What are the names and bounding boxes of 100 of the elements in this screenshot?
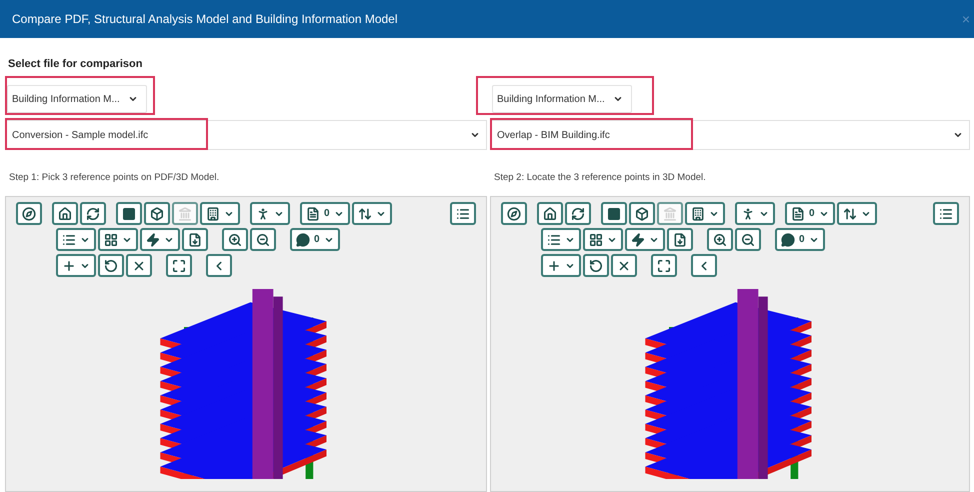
file-download-icon	[673, 232, 687, 246]
undo-button[interactable]	[98, 254, 124, 277]
model-viewer[interactable]: 0 0	[490, 196, 970, 492]
bank-icon	[178, 206, 192, 220]
list-icon	[547, 232, 561, 246]
building-icon	[206, 206, 220, 220]
table-icon	[589, 232, 603, 246]
solid-view-button[interactable]	[116, 202, 142, 225]
file-download-button[interactable]	[182, 228, 208, 251]
fullscreen-button[interactable]	[651, 254, 677, 277]
speech-bubble-icon	[296, 232, 310, 246]
add-button[interactable]	[541, 254, 581, 277]
list-menu-button[interactable]	[541, 228, 581, 251]
refresh-button[interactable]	[80, 202, 106, 225]
fullscreen-icon	[172, 258, 186, 272]
step-instruction: Step 2: Locate the 3 reference points in 3D Model.	[494, 172, 707, 183]
compass-button[interactable]	[16, 202, 42, 225]
file-dropdown[interactable]: Conversion - Sample model.ifc	[5, 120, 487, 150]
model-type-dropdown[interactable]: Building Information M...	[492, 85, 632, 113]
section-label: Select file for comparison	[8, 58, 144, 70]
caret-icon	[128, 94, 138, 104]
building-button[interactable]	[685, 202, 725, 225]
pdf-button[interactable]: 0	[785, 202, 835, 225]
zoom-out-button[interactable]	[250, 228, 276, 251]
person-button[interactable]	[735, 202, 775, 225]
wireframe-button[interactable]	[144, 202, 170, 225]
bolt-icon	[631, 232, 645, 246]
building-button[interactable]	[200, 202, 240, 225]
compass-icon	[507, 206, 521, 220]
plus-icon	[62, 258, 76, 272]
zoom-in-button[interactable]	[707, 228, 733, 251]
wireframe-button[interactable]	[629, 202, 655, 225]
grid-menu-button[interactable]	[98, 228, 138, 251]
file-download-icon	[188, 232, 202, 246]
file-download-button[interactable]	[667, 228, 693, 251]
compass-icon	[22, 206, 36, 220]
table-icon	[104, 232, 118, 246]
list-button[interactable]	[450, 202, 476, 225]
bank-icon	[663, 206, 677, 220]
bolt-icon	[146, 232, 160, 246]
square-icon	[122, 206, 136, 220]
file-icon	[306, 206, 320, 220]
comment-button[interactable]: 0	[775, 228, 825, 251]
up-down-arrow-icon	[842, 206, 857, 220]
home-button[interactable]	[52, 202, 78, 225]
caret-icon	[612, 94, 623, 104]
home-icon	[543, 206, 557, 220]
comment-button[interactable]: 0	[290, 228, 340, 251]
clear-button[interactable]	[611, 254, 637, 277]
refresh-icon	[571, 206, 585, 220]
caret-icon	[953, 130, 963, 140]
fullscreen-button[interactable]	[166, 254, 192, 277]
speech-bubble-icon	[781, 232, 795, 246]
person-icon	[741, 206, 755, 220]
grid-menu-button[interactable]	[583, 228, 623, 251]
undo-icon	[589, 258, 603, 272]
step-instruction: Step 1: Pick 3 reference points on PDF/3D Model.	[9, 172, 220, 183]
list-icon	[939, 206, 953, 220]
add-button[interactable]	[56, 254, 96, 277]
home-button[interactable]	[537, 202, 563, 225]
model-type-dropdown[interactable]: Building Information M...	[7, 85, 147, 113]
person-button[interactable]	[250, 202, 290, 225]
height-button[interactable]	[352, 202, 392, 225]
solid-view-button[interactable]	[601, 202, 627, 225]
bolt-menu-button[interactable]	[625, 228, 665, 251]
file-icon	[791, 206, 805, 220]
zoom-out-icon	[741, 232, 755, 246]
file-dropdown[interactable]: Overlap - BIM Building.ifc	[490, 120, 970, 150]
home-icon	[58, 206, 72, 220]
pdf-button[interactable]: 0	[300, 202, 350, 225]
cube-icon	[635, 206, 649, 220]
caret-icon	[470, 130, 480, 140]
list-icon	[62, 232, 76, 246]
model-viewer[interactable]: 0 0	[5, 196, 487, 492]
window-title: Compare PDF, Structural Analysis Model and Building Information Model	[12, 12, 398, 26]
collapse-button[interactable]	[691, 254, 717, 277]
zoom-in-icon	[713, 232, 727, 246]
list-button[interactable]	[933, 202, 959, 225]
undo-button[interactable]	[583, 254, 609, 277]
square-icon	[607, 206, 621, 220]
bolt-menu-button[interactable]	[140, 228, 180, 251]
fullscreen-icon	[657, 258, 671, 272]
height-button[interactable]	[836, 202, 877, 225]
cube-icon	[150, 206, 164, 220]
refresh-icon	[86, 206, 100, 220]
zoom-in-button[interactable]	[222, 228, 248, 251]
list-icon	[456, 206, 470, 220]
refresh-button[interactable]	[565, 202, 591, 225]
plus-icon	[547, 258, 561, 272]
clear-button[interactable]	[126, 254, 152, 277]
up-down-arrow-icon	[358, 206, 372, 220]
collapse-button[interactable]	[206, 254, 232, 277]
list-menu-button[interactable]	[56, 228, 96, 251]
undo-icon	[104, 258, 118, 272]
zoom-out-icon	[256, 232, 270, 246]
compass-button[interactable]	[501, 202, 527, 225]
building-icon	[691, 206, 705, 220]
person-icon	[256, 206, 270, 220]
zoom-out-button[interactable]	[735, 228, 761, 251]
zoom-in-icon	[228, 232, 242, 246]
